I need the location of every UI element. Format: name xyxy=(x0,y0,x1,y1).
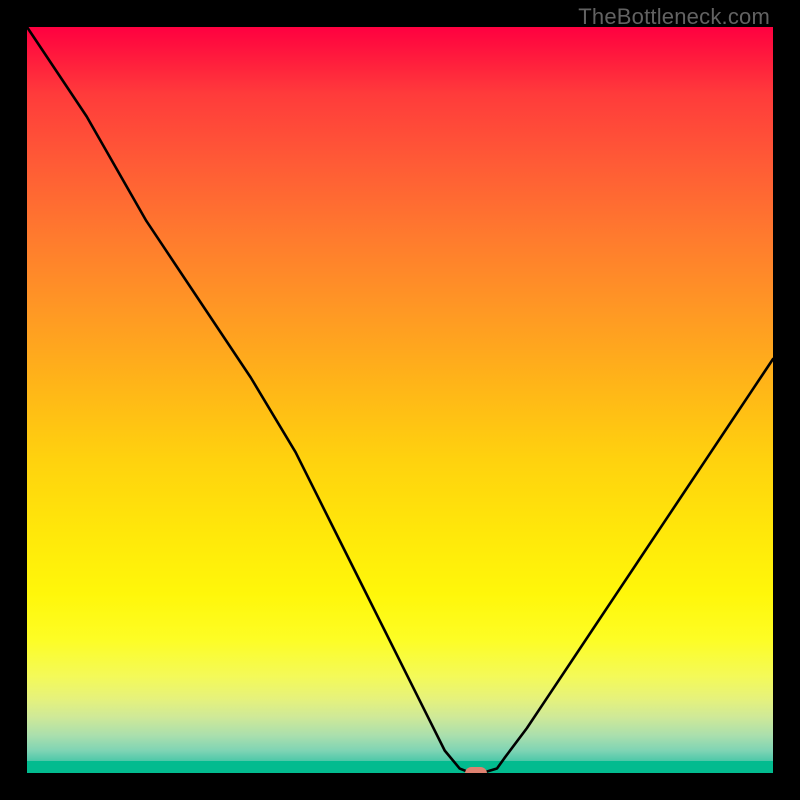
watermark-text: TheBottleneck.com xyxy=(578,4,770,30)
chart-frame: TheBottleneck.com xyxy=(0,0,800,800)
plot-area xyxy=(27,27,773,773)
optimal-marker xyxy=(465,767,487,774)
bottleneck-curve xyxy=(27,27,773,773)
